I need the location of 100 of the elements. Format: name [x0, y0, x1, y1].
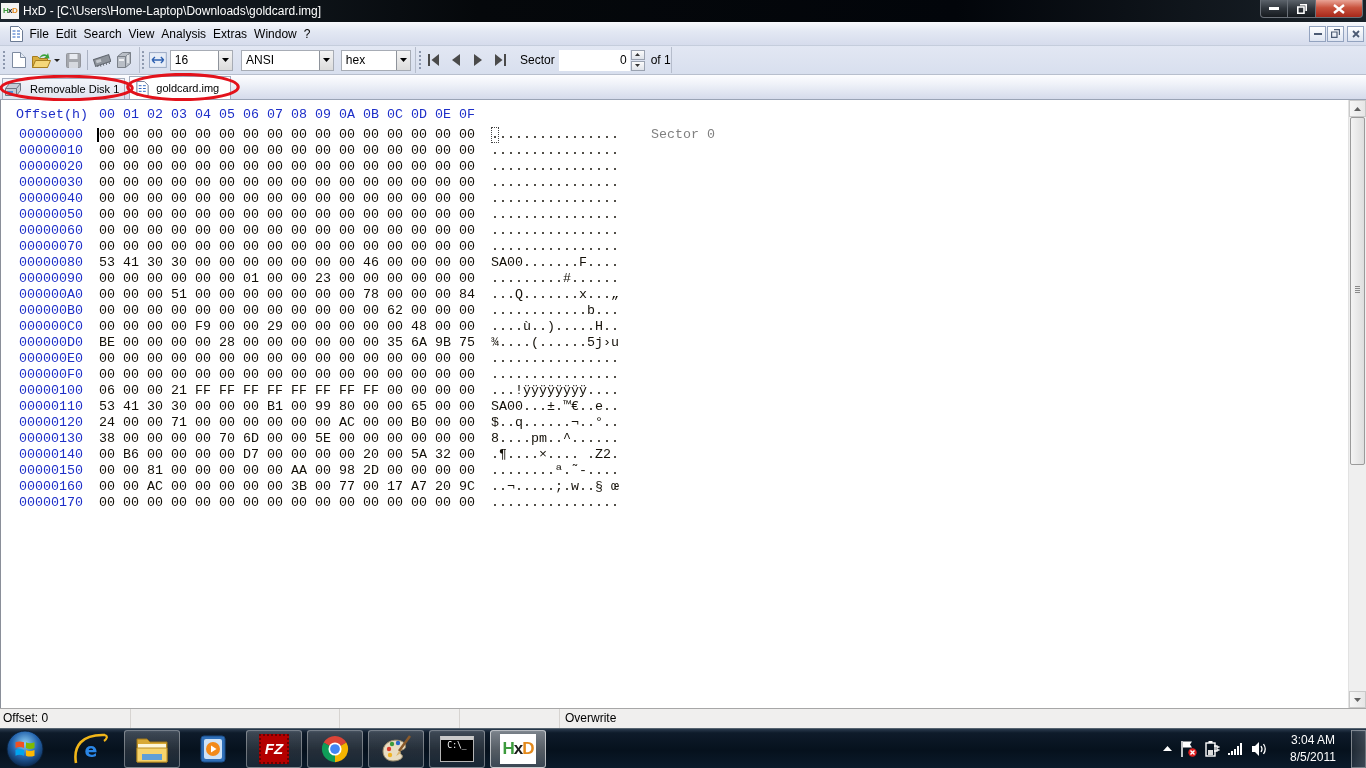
spin-up-button[interactable]: [630, 49, 645, 60]
hex-bytes: 00 00 00 00 00 00 00 00 00 00 00 00 00 00 00 00: [99, 191, 475, 206]
hex-bytes: 38 00 00 00 00 70 6D 00 00 5E 00 00 00 00 00 00: [99, 431, 475, 446]
offset-label: 00000160: [19, 479, 83, 495]
hex-bytes: 00 00 00 00 00 00 00 00 00 00 00 00 00 00 00 00: [99, 367, 475, 382]
ascii-text: .........#......: [490, 271, 619, 286]
column-header: 0D: [411, 107, 427, 123]
offset-label: 00000140: [19, 447, 83, 463]
up-arrow-icon: [635, 53, 641, 56]
sector-label: Sector: [520, 53, 555, 67]
width-arrows-icon: [148, 52, 167, 68]
column-header: 0A: [339, 107, 355, 123]
taskbar-button[interactable]: [124, 729, 180, 768]
column-header: 05: [219, 107, 235, 123]
taskbar-button[interactable]: e: [63, 729, 119, 768]
minimize-icon: [1269, 7, 1279, 10]
taskbar-button[interactable]: C:\_: [429, 729, 485, 768]
restore-button[interactable]: [1288, 0, 1316, 18]
taskbar-button[interactable]: [368, 729, 424, 768]
sector-field[interactable]: 0: [558, 49, 630, 71]
ascii-text: ................: [490, 495, 619, 510]
up-arrow-icon: [1354, 106, 1361, 111]
hex-bytes: 53 41 30 30 00 00 00 B1 00 99 80 00 00 65 00 00: [99, 399, 475, 414]
menu-item[interactable]: Analysis: [157, 24, 210, 43]
child-close-button[interactable]: [1347, 25, 1364, 42]
battery-plug-icon[interactable]: [1205, 740, 1220, 757]
child-minimize-button[interactable]: [1309, 25, 1326, 42]
hex-bytes: 00 00 00 00 00 00 00 00 00 00 00 00 00 00 00 00: [99, 495, 475, 510]
hxd-logo: HxD: [1, 3, 19, 19]
menu-item[interactable]: Window: [250, 24, 301, 43]
offset-label: 00000170: [19, 495, 83, 511]
toolbar-grip[interactable]: [142, 50, 145, 70]
offset-label: 00000100: [19, 383, 83, 399]
hex-bytes: BE 00 00 00 00 28 00 00 00 00 00 00 35 6A 9B 75: [99, 335, 475, 350]
ascii-text: ................: [490, 207, 619, 222]
clock-date: 8/5/2011: [1290, 748, 1336, 766]
triangle-left-icon: [452, 54, 460, 66]
flag-error-icon[interactable]: [1180, 740, 1197, 757]
minimize-button[interactable]: [1260, 0, 1288, 18]
speaker-icon[interactable]: [1251, 740, 1268, 757]
down-arrow-icon: [635, 64, 641, 67]
offset-label: 00000040: [19, 191, 83, 207]
column-header: 00: [99, 107, 115, 123]
status-offset: Offset: 0: [3, 711, 49, 725]
child-restore-button[interactable]: [1327, 25, 1344, 42]
window-title: HxD - [C:\Users\Home-Laptop\Downloads\goldcard.img]: [23, 4, 322, 18]
play-icon: [200, 734, 226, 763]
offset-label: 00000020: [19, 159, 83, 175]
minimize-icon: [1313, 32, 1322, 35]
ascii-text: ........ª.˜-....: [490, 463, 619, 478]
ascii-text: ................: [490, 127, 619, 142]
folder-arrow-icon: [32, 52, 51, 68]
triangle-right-icon: [474, 54, 482, 66]
menu-item[interactable]: Edit: [52, 24, 81, 43]
offset-label: 00000120: [19, 415, 83, 431]
scroll-thumb[interactable]: [1350, 117, 1365, 465]
charset-dropdown[interactable]: ANSI: [241, 49, 334, 71]
column-header: 0F: [459, 107, 475, 123]
blank-page-icon: [12, 52, 26, 68]
menu-item[interactable]: ?: [300, 24, 314, 43]
spin-down-button[interactable]: [630, 60, 645, 71]
column-header: 04: [195, 107, 211, 123]
ascii-text: .¶....×.... .Z2.: [490, 447, 619, 462]
offset-header: Offset(h): [16, 107, 88, 123]
show-desktop-button[interactable]: [1351, 729, 1366, 768]
ascii-text: SA00.......F....: [490, 255, 619, 270]
menu-item[interactable]: Search: [80, 24, 126, 43]
hex-bytes: 00 00 81 00 00 00 00 00 AA 00 98 2D 00 00 00 00: [99, 463, 475, 478]
offset-base-dropdown[interactable]: hex: [340, 49, 411, 71]
bytes-per-row-dropdown[interactable]: 16: [169, 49, 233, 71]
column-header: 08: [291, 107, 307, 123]
start-orb-icon: [6, 729, 44, 768]
menu-item[interactable]: View: [125, 24, 158, 43]
menu-item[interactable]: Extras: [209, 24, 251, 43]
document-icon: [136, 80, 150, 96]
dropdown-arrow-icon: [400, 58, 407, 62]
hex-bytes: 00 00 00 00 00 00 00 00 00 00 00 00 00 00 00 00: [99, 239, 475, 254]
toolbar-grip[interactable]: [419, 50, 422, 70]
vertical-scrollbar[interactable]: [1348, 100, 1366, 708]
column-header: 02: [147, 107, 163, 123]
skip-back-icon: [428, 54, 440, 66]
taskbar-button[interactable]: HxD: [490, 729, 546, 768]
status-mode: Overwrite: [565, 711, 617, 725]
scroll-down-button[interactable]: [1349, 691, 1366, 708]
triangle-up-icon[interactable]: [1163, 746, 1172, 751]
ascii-text: $..q......¬..°..: [490, 415, 619, 430]
offset-label: 00000010: [19, 143, 83, 159]
hex-bytes: 00 00 00 00 00 00 00 00 00 00 00 00 00 00 00 00: [99, 127, 475, 142]
ascii-text: SA00...±.™€..e..: [490, 399, 619, 414]
scroll-up-button[interactable]: [1349, 100, 1366, 117]
menu-item[interactable]: File: [26, 24, 53, 43]
signal-bars-icon[interactable]: [1228, 742, 1243, 755]
offset-label: 00000130: [19, 431, 83, 447]
hex-bytes: 00 00 AC 00 00 00 00 00 3B 00 77 00 17 A7 20 9C: [99, 479, 475, 494]
taskbar-button[interactable]: FZ: [246, 729, 302, 768]
column-header: 01: [123, 107, 139, 123]
taskbar-button[interactable]: [307, 729, 363, 768]
toolbar-grip[interactable]: [3, 50, 6, 70]
close-button[interactable]: [1316, 0, 1363, 18]
memory-chip-icon: [93, 53, 111, 67]
